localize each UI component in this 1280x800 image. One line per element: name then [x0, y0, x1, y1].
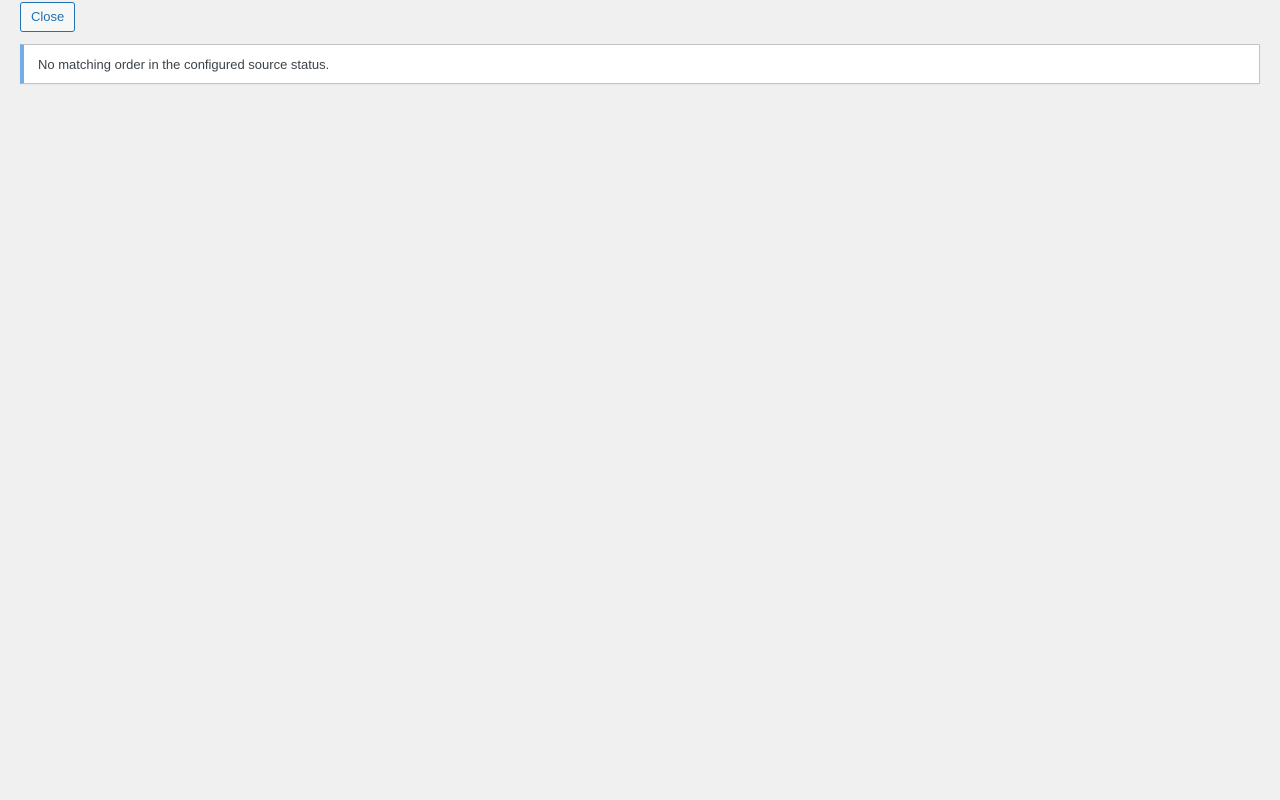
page: Close No matching order in the configure… [0, 0, 1280, 800]
info-notice: No matching order in the configured sour… [20, 44, 1260, 84]
notice-message: No matching order in the configured sour… [38, 56, 330, 72]
close-button[interactable]: Close [20, 2, 76, 32]
